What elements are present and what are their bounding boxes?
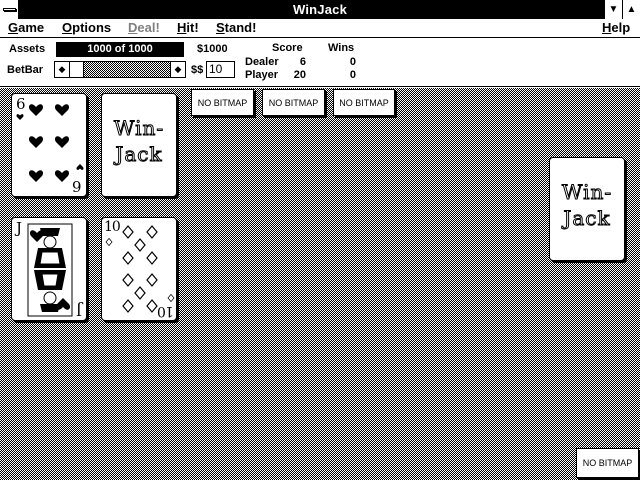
menu-game-label: ame bbox=[18, 20, 45, 35]
menu-deal-label: eal! bbox=[137, 20, 160, 35]
score-header: Score bbox=[272, 42, 303, 54]
dealer-score: 6 bbox=[299, 56, 306, 68]
menu-stand-label: tand! bbox=[224, 20, 257, 35]
bet-scrollbar[interactable]: ◆ ◆ bbox=[54, 61, 186, 78]
deck-back-text-2: Jack bbox=[563, 206, 611, 231]
betbar-label: BetBar bbox=[7, 64, 44, 76]
bankroll-value: $1000 bbox=[197, 43, 228, 55]
maximize-button[interactable]: ▲ bbox=[622, 0, 640, 19]
bet-amount-input[interactable]: 10 bbox=[206, 61, 235, 78]
no-bitmap-slot-bottom: NO BITMAP bbox=[576, 448, 639, 478]
player-card-ten-of-diamonds: 10 10 bbox=[101, 217, 177, 321]
assets-display: 1000 of 1000 bbox=[56, 42, 184, 57]
no-bitmap-slot-3: NO BITMAP bbox=[333, 89, 395, 116]
menu-help-label: elp bbox=[611, 20, 631, 35]
jack-face-icon bbox=[27, 223, 73, 317]
scroll-left-arrow-icon[interactable]: ◆ bbox=[55, 62, 70, 77]
menu-hit[interactable]: Hit! bbox=[177, 20, 199, 35]
status-panel: Assets 1000 of 1000 $1000 BetBar ◆ ◆ $$ … bbox=[0, 39, 640, 87]
player-score: 20 bbox=[293, 69, 306, 81]
deck-back-text-1: Win- bbox=[561, 180, 613, 205]
menu-hit-hotkey: H bbox=[177, 20, 187, 35]
player-wins: 0 bbox=[349, 69, 356, 81]
player-card-jack-of-hearts: J J bbox=[11, 217, 87, 321]
menu-stand[interactable]: Stand! bbox=[216, 20, 256, 35]
card-back-text-2: Jack bbox=[115, 142, 163, 167]
scroll-thumb[interactable] bbox=[70, 62, 84, 77]
deck-card-back[interactable]: Win- Jack bbox=[549, 157, 625, 261]
dealer-label: Dealer bbox=[245, 56, 279, 68]
bet-prefix: $$ bbox=[191, 64, 204, 76]
title-bar: WinJack ▼ ▲ bbox=[0, 0, 640, 19]
assets-label: Assets bbox=[9, 43, 46, 55]
minimize-button[interactable]: ▼ bbox=[604, 0, 622, 19]
menu-stand-hotkey: S bbox=[216, 20, 225, 35]
menu-game[interactable]: Game bbox=[8, 20, 44, 35]
menu-deal[interactable]: Deal! bbox=[128, 20, 160, 35]
dealer-wins: 0 bbox=[349, 56, 356, 68]
menu-game-hotkey: G bbox=[8, 20, 19, 35]
no-bitmap-slot-1: NO BITMAP bbox=[191, 89, 254, 116]
card-back-text-1: Win- bbox=[113, 116, 165, 141]
scroll-right-arrow-icon[interactable]: ◆ bbox=[170, 62, 185, 77]
menu-help-hotkey: H bbox=[602, 20, 612, 35]
dealer-card-back: Win- Jack bbox=[101, 93, 177, 197]
minimize-icon: ▼ bbox=[608, 3, 619, 15]
card-table bbox=[0, 88, 640, 480]
player-label: Player bbox=[245, 69, 279, 81]
menu-options-label: ptions bbox=[72, 20, 112, 35]
no-bitmap-slot-2: NO BITMAP bbox=[262, 89, 325, 116]
ten-diamonds-pips-icon bbox=[105, 225, 175, 313]
menu-options-hotkey: O bbox=[62, 20, 73, 35]
six-hearts-pips-icon bbox=[16, 104, 84, 182]
menu-help[interactable]: Help bbox=[602, 20, 630, 35]
menu-bar: Game Options Deal! Hit! Stand! Help bbox=[0, 19, 640, 38]
wins-header: Wins bbox=[328, 42, 355, 54]
window-title: WinJack bbox=[292, 2, 348, 17]
menu-options[interactable]: Options bbox=[62, 20, 111, 35]
menu-hit-label: it! bbox=[186, 20, 199, 35]
dealer-card-six-of-hearts: 6 6 bbox=[11, 93, 87, 197]
menu-deal-hotkey: D bbox=[128, 20, 138, 35]
maximize-icon: ▲ bbox=[626, 3, 637, 15]
